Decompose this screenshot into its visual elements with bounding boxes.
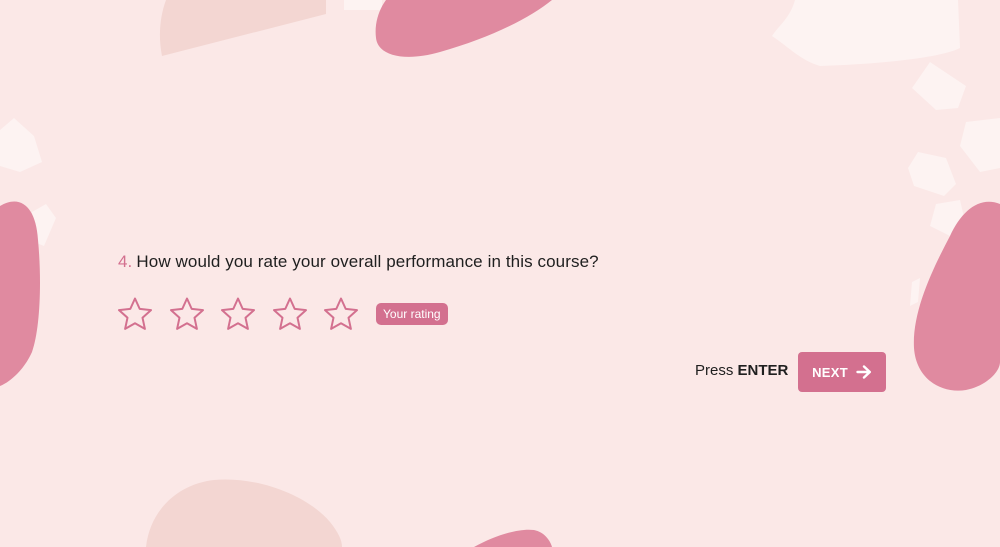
arrow-right-icon <box>856 365 871 379</box>
question-title: 4. How would you rate your overall perfor… <box>118 252 599 272</box>
background-blob <box>474 529 552 547</box>
decorative-background <box>0 0 1000 547</box>
background-blob <box>772 0 960 66</box>
survey-page: 4. How would you rate your overall perfor… <box>0 0 1000 547</box>
background-blob <box>146 479 342 547</box>
question-text: How would you rate your overall performa… <box>136 252 599 271</box>
background-blob <box>908 152 956 196</box>
background-blob <box>0 118 42 172</box>
rating-star-4[interactable] <box>271 296 309 332</box>
star-outline-icon <box>324 297 358 330</box>
next-button[interactable]: NEXT <box>798 352 886 392</box>
star-rating-group <box>116 296 374 332</box>
rating-status-badge: Your rating <box>376 303 448 325</box>
background-blob <box>912 62 966 110</box>
rating-star-5[interactable] <box>322 296 360 332</box>
background-blob <box>344 0 382 10</box>
star-outline-icon <box>272 297 307 330</box>
background-blob <box>910 278 920 306</box>
star-outline-icon <box>221 297 255 330</box>
background-blob <box>913 201 1000 391</box>
question-number: 4. <box>118 252 133 271</box>
background-blob <box>0 201 40 386</box>
background-blob <box>960 118 1000 172</box>
keyboard-hint: Press ENTER <box>695 362 788 379</box>
rating-star-2[interactable] <box>168 296 206 332</box>
enter-key-label: ENTER <box>737 362 789 379</box>
star-outline-icon <box>118 297 152 330</box>
rating-star-3[interactable] <box>219 296 257 332</box>
press-label: Press <box>695 362 734 379</box>
background-blob <box>375 0 552 57</box>
next-button-label: NEXT <box>812 364 848 380</box>
rating-star-1[interactable] <box>116 296 154 332</box>
star-outline-icon <box>169 297 204 330</box>
background-blob <box>159 0 326 56</box>
